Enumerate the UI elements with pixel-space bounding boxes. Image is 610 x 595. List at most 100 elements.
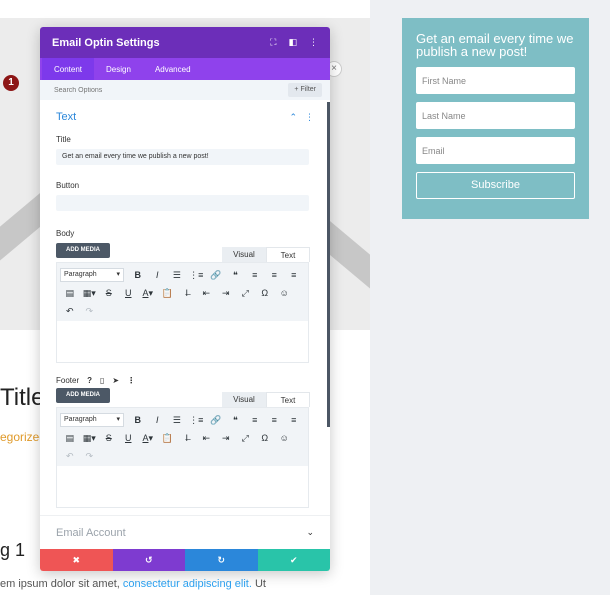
modal-header: Email Optin Settings ⛶ ◧ ⋮ — [40, 27, 330, 58]
bold-icon[interactable]: B — [128, 415, 148, 425]
footer-visual-tab[interactable]: Visual — [222, 392, 266, 407]
last-name-field[interactable]: Last Name — [416, 102, 575, 129]
align-left-icon[interactable]: ≡ — [245, 270, 265, 280]
italic-icon[interactable]: I — [148, 270, 168, 280]
special-char-icon[interactable]: Ω — [255, 433, 275, 443]
undo-icon[interactable]: ↶ — [60, 451, 80, 462]
footer-toolbar: Paragraph B I ☰ ⋮≡ 🔗 ❝ ≡ ≡ ≡ ▤ ▦▾ S U A▾ — [57, 408, 308, 466]
underline-icon[interactable]: U — [119, 433, 139, 443]
redo-icon[interactable]: ↷ — [80, 451, 100, 462]
redo-button[interactable]: ↻ — [185, 549, 258, 571]
footer-editor-tabs: Visual Text — [222, 392, 310, 407]
emoji-icon[interactable]: ☺ — [275, 433, 295, 443]
first-name-field[interactable]: First Name — [416, 67, 575, 94]
body-visual-tab[interactable]: Visual — [222, 247, 266, 262]
body-editor-tabs: Visual Text — [222, 247, 310, 262]
footer-editor-area[interactable] — [57, 466, 308, 507]
paragraph-link[interactable]: consectetur adipiscing elit. — [123, 578, 252, 590]
scrollbar[interactable] — [327, 102, 330, 427]
text-color-icon[interactable]: A▾ — [138, 433, 158, 444]
tab-advanced[interactable]: Advanced — [143, 58, 203, 80]
body-text-tab[interactable]: Text — [266, 247, 310, 262]
paste-text-icon[interactable]: 📋 — [158, 433, 178, 444]
italic-icon[interactable]: I — [148, 415, 168, 425]
settings-scroll-area[interactable]: Text ⌃ ⋮ Title Get an email every time w… — [40, 100, 330, 549]
indent-icon[interactable]: ⇥ — [216, 288, 236, 299]
button-field-label: Button — [56, 181, 80, 190]
numbered-list-icon[interactable]: ⋮≡ — [187, 415, 207, 426]
fullscreen-editor-icon[interactable]: ⤢ — [236, 433, 256, 444]
strikethrough-icon[interactable]: S — [99, 288, 119, 298]
body-editor-area[interactable] — [57, 321, 308, 362]
tab-design[interactable]: Design — [94, 58, 143, 80]
table-icon[interactable]: ▦▾ — [80, 433, 100, 444]
subscribe-button[interactable]: Subscribe — [416, 172, 575, 199]
blockquote-icon[interactable]: ❝ — [226, 270, 246, 281]
numbered-list-icon[interactable]: ⋮≡ — [187, 270, 207, 281]
footer-menu-icon[interactable]: ⋮ — [127, 376, 135, 385]
indent-icon[interactable]: ⇥ — [216, 433, 236, 444]
title-input[interactable]: Get an email every time we publish a new… — [56, 149, 309, 165]
button-input[interactable] — [56, 195, 309, 211]
emoji-icon[interactable]: ☺ — [275, 288, 295, 298]
more-options-icon[interactable]: ⋮ — [309, 37, 318, 48]
justify-icon[interactable]: ▤ — [60, 433, 80, 444]
footer-format-select[interactable]: Paragraph — [60, 413, 124, 427]
bullet-list-icon[interactable]: ☰ — [167, 415, 187, 426]
footer-media-row: ADD MEDIA Visual Text — [56, 388, 330, 407]
fullscreen-icon[interactable]: ⛶ — [270, 37, 276, 48]
post-heading: g 1 — [0, 540, 26, 560]
align-left-icon[interactable]: ≡ — [245, 415, 265, 425]
cursor-icon[interactable]: ➤ — [112, 376, 119, 385]
modal-tabs: Content Design Advanced — [40, 58, 330, 80]
clear-format-icon[interactable]: I̶ — [177, 433, 197, 443]
cancel-button[interactable]: ✖ — [40, 549, 113, 571]
align-center-icon[interactable]: ≡ — [265, 415, 285, 425]
text-color-icon[interactable]: A▾ — [138, 288, 158, 299]
search-row: + Filter — [40, 80, 330, 100]
footer-add-media-button[interactable]: ADD MEDIA — [56, 388, 110, 403]
format-select[interactable]: Paragraph — [60, 268, 124, 282]
link-icon[interactable]: 🔗 — [206, 415, 226, 426]
mobile-icon[interactable]: ▯ — [100, 376, 104, 385]
strikethrough-icon[interactable]: S — [99, 433, 119, 443]
table-icon[interactable]: ▦▾ — [80, 288, 100, 299]
fullscreen-editor-icon[interactable]: ⤢ — [236, 288, 256, 299]
clear-format-icon[interactable]: I̶ — [177, 288, 197, 298]
email-field[interactable]: Email — [416, 137, 575, 164]
outdent-icon[interactable]: ⇤ — [197, 288, 217, 299]
redo-icon[interactable]: ↷ — [80, 306, 100, 317]
outdent-icon[interactable]: ⇤ — [197, 433, 217, 444]
save-button[interactable]: ✔ — [257, 549, 330, 571]
align-center-icon[interactable]: ≡ — [265, 270, 285, 280]
footer-field-label: Footer — [56, 375, 80, 385]
body-add-media-button[interactable]: ADD MEDIA — [56, 243, 110, 258]
filter-button[interactable]: + Filter — [288, 83, 322, 97]
align-right-icon[interactable]: ≡ — [284, 415, 304, 425]
action-bar: ✖ ↺ ↻ ✔ — [40, 549, 330, 571]
undo-button[interactable]: ↺ — [112, 549, 185, 571]
underline-icon[interactable]: U — [119, 288, 139, 298]
tab-content[interactable]: Content — [42, 58, 95, 80]
chevron-up-icon[interactable]: ⌃ — [289, 112, 297, 123]
email-account-section[interactable]: Email Account ⌄ — [40, 515, 330, 549]
bold-icon[interactable]: B — [128, 270, 148, 280]
special-char-icon[interactable]: Ω — [255, 288, 275, 298]
modal-title: Email Optin Settings — [52, 36, 160, 49]
help-icon[interactable]: ? — [87, 376, 92, 385]
settings-modal: Email Optin Settings ⛶ ◧ ⋮ Content Desig… — [40, 27, 330, 571]
split-view-icon[interactable]: ◧ — [288, 37, 297, 48]
link-icon[interactable]: 🔗 — [206, 270, 226, 281]
section-menu-icon[interactable]: ⋮ — [305, 112, 314, 123]
undo-icon[interactable]: ↶ — [60, 306, 80, 317]
paste-text-icon[interactable]: 📋 — [158, 288, 178, 299]
text-section-header[interactable]: Text ⌃ ⋮ — [40, 106, 330, 128]
justify-icon[interactable]: ▤ — [60, 288, 80, 299]
align-right-icon[interactable]: ≡ — [284, 270, 304, 280]
footer-text-tab[interactable]: Text — [266, 392, 310, 407]
bullet-list-icon[interactable]: ☰ — [167, 270, 187, 281]
chevron-down-icon[interactable]: ⌄ — [306, 527, 314, 538]
step-badge: 1 — [3, 75, 19, 91]
search-options-input[interactable] — [54, 86, 244, 94]
blockquote-icon[interactable]: ❝ — [226, 415, 246, 426]
